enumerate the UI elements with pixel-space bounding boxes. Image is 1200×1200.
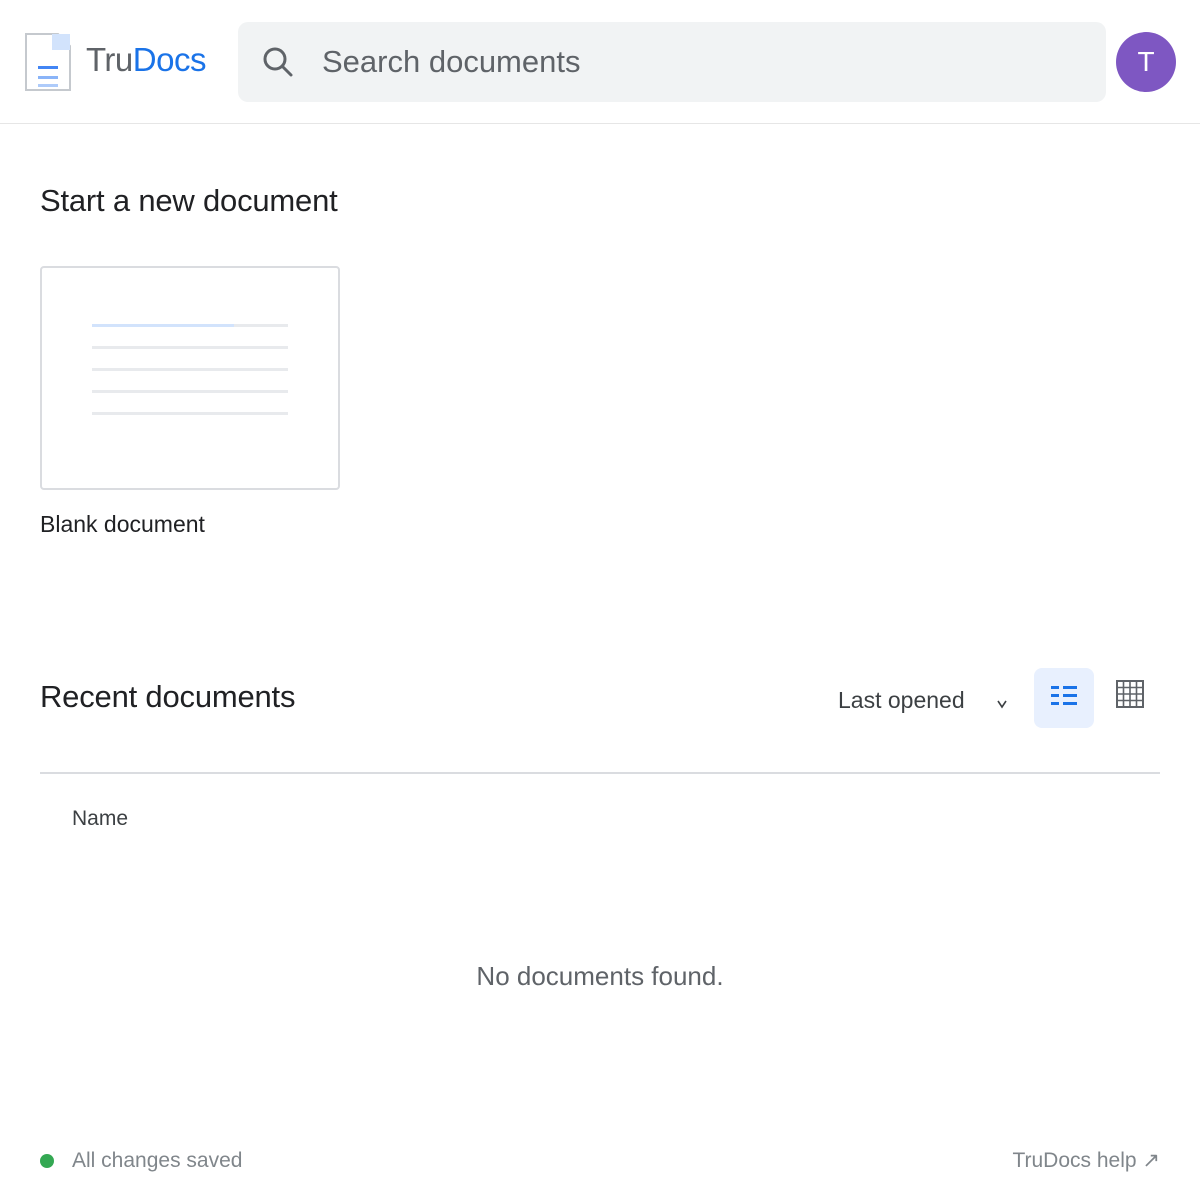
- thumbnail-line: [92, 390, 288, 393]
- grid-view-button[interactable]: [1114, 678, 1146, 710]
- save-status-dot: [40, 1154, 54, 1168]
- thumbnail-line: [92, 346, 288, 349]
- document-logo-icon[interactable]: [24, 32, 72, 92]
- recent-section-title: Recent documents: [40, 679, 296, 714]
- sort-dropdown[interactable]: Last opened: [838, 686, 965, 714]
- logo-text-part2: Docs: [132, 41, 207, 78]
- blank-document-card[interactable]: [40, 266, 340, 490]
- app-logo-text[interactable]: TruDocs: [86, 40, 206, 80]
- thumbnail-line: [92, 324, 288, 327]
- save-status-text: All changes saved: [72, 1149, 243, 1172]
- search-bar[interactable]: [238, 22, 1106, 102]
- thumbnail-line: [92, 368, 288, 371]
- user-avatar[interactable]: T: [1116, 32, 1176, 92]
- recent-divider: [40, 772, 1160, 774]
- help-link[interactable]: TruDocs help ↗: [1012, 1147, 1160, 1175]
- column-header-name[interactable]: Name: [72, 806, 128, 832]
- docs-home-page: TruDocs T Start a new document Blank doc…: [0, 0, 1200, 1200]
- avatar-initial: T: [1137, 46, 1155, 77]
- list-view-button[interactable]: [1034, 668, 1094, 728]
- blank-document-label[interactable]: Blank document: [40, 510, 205, 538]
- grid-view-icon: [1114, 680, 1146, 714]
- chevron-down-icon[interactable]: [995, 692, 1009, 716]
- thumbnail-line: [92, 412, 288, 415]
- top-header: TruDocs T: [0, 0, 1200, 124]
- start-section-title: Start a new document: [40, 183, 338, 218]
- search-icon[interactable]: [260, 44, 296, 80]
- empty-state-message: No documents found.: [476, 961, 724, 991]
- list-view-icon: [1034, 686, 1094, 732]
- search-input[interactable]: [322, 40, 1082, 84]
- logo-text-part1: Tru: [86, 41, 133, 78]
